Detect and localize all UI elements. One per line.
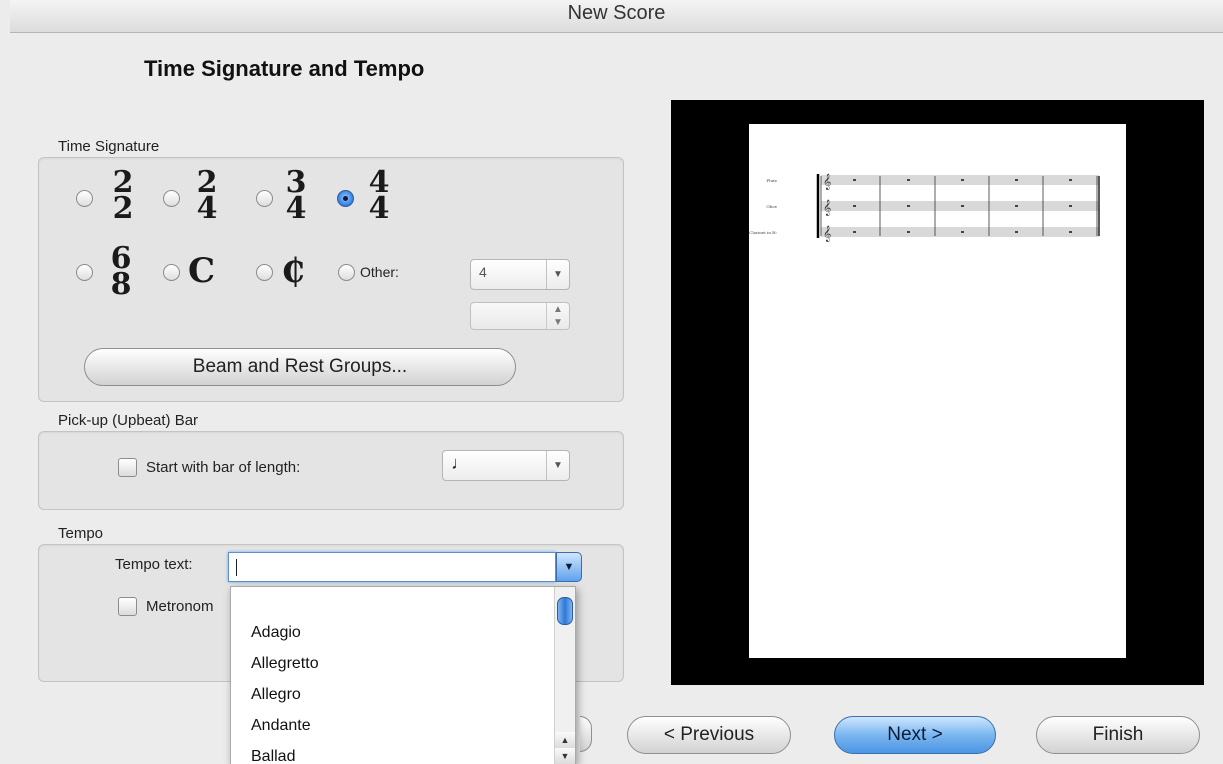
dropdown-scrollbar[interactable]: ▲ ▼ bbox=[554, 587, 575, 764]
tempo-text-label: Tempo text: bbox=[115, 556, 193, 573]
cut-time-symbol: ₵ bbox=[281, 251, 305, 291]
scroll-down-icon[interactable]: ▼ bbox=[555, 748, 575, 764]
next-button[interactable]: Next > bbox=[834, 716, 996, 754]
pickup-checkbox[interactable] bbox=[118, 458, 137, 477]
time-signature-label: Time Signature bbox=[58, 138, 160, 155]
other-label: Other: bbox=[360, 264, 399, 280]
note-value: ♩ bbox=[451, 453, 469, 473]
scroll-up-icon[interactable]: ▲ bbox=[555, 732, 575, 748]
tempo-option-allegro[interactable]: Allegro bbox=[231, 679, 551, 710]
time-sig-2-4-radio[interactable] bbox=[163, 190, 180, 207]
time-sig-3-4-label: 34 bbox=[285, 165, 307, 226]
window-title: New Score bbox=[567, 2, 666, 24]
chevron-down-icon: ▼ bbox=[546, 260, 569, 289]
score-page: Flute Oboe Clarinet in B♭ 𝄞 𝄞 𝄞 bbox=[749, 124, 1126, 658]
text-caret bbox=[236, 559, 237, 576]
time-sig-2-2-label: 22 bbox=[112, 165, 134, 226]
other-time-radio[interactable] bbox=[338, 264, 355, 281]
time-sig-3-4-radio[interactable] bbox=[256, 190, 273, 207]
metronome-label: Metronom bbox=[146, 598, 214, 615]
metronome-checkbox[interactable] bbox=[118, 597, 137, 616]
score-staves: Flute Oboe Clarinet in B♭ 𝄞 𝄞 𝄞 bbox=[749, 174, 1100, 242]
time-sig-4-4-radio[interactable] bbox=[337, 190, 354, 207]
cut-time-radio[interactable] bbox=[256, 264, 273, 281]
time-sig-2-2-radio[interactable] bbox=[76, 190, 93, 207]
time-sig-6-8-radio[interactable] bbox=[76, 264, 93, 281]
common-time-symbol: C bbox=[188, 251, 216, 291]
svg-text:𝄞: 𝄞 bbox=[823, 174, 831, 190]
chevron-down-icon: ▼ bbox=[546, 451, 569, 480]
staff-label-clarinet: Clarinet in B♭ bbox=[749, 230, 777, 235]
tempo-option-andante[interactable]: Andante bbox=[231, 710, 551, 741]
pickup-length-popup[interactable]: ♩ ▼ bbox=[442, 450, 570, 481]
other-numerator-popup[interactable]: 4 ▼ bbox=[470, 259, 570, 290]
staff-label-flute: Flute bbox=[766, 178, 777, 183]
other-numerator-value: 4 bbox=[479, 264, 487, 280]
up-down-arrows-icon: ▲ ▼ bbox=[546, 303, 569, 329]
page-title: Time Signature and Tempo bbox=[144, 56, 425, 81]
svg-text:𝄞: 𝄞 bbox=[823, 226, 831, 242]
chevron-down-icon: ▼ bbox=[563, 561, 575, 573]
tempo-text-input[interactable] bbox=[228, 552, 556, 582]
time-sig-6-8-label: 68 bbox=[110, 241, 132, 302]
staff-label-oboe: Oboe bbox=[766, 204, 777, 209]
hidden-button-edge[interactable] bbox=[580, 716, 592, 752]
finish-button[interactable]: Finish bbox=[1036, 716, 1200, 754]
tempo-option-adagio[interactable]: Adagio bbox=[231, 617, 551, 648]
time-sig-2-4-label: 24 bbox=[196, 165, 218, 226]
pickup-label: Pick-up (Upbeat) Bar bbox=[58, 412, 199, 429]
other-denominator-popup[interactable]: ▲ ▼ bbox=[470, 302, 570, 330]
tempo-dropdown-list[interactable]: Adagio Allegretto Allegro Andante Ballad… bbox=[230, 586, 576, 764]
time-sig-4-4-label: 44 bbox=[368, 165, 390, 226]
common-time-radio[interactable] bbox=[163, 264, 180, 281]
score-preview: Flute Oboe Clarinet in B♭ 𝄞 𝄞 𝄞 bbox=[671, 100, 1204, 685]
dropdown-scroll-thumb[interactable] bbox=[557, 597, 573, 625]
tempo-label: Tempo bbox=[58, 525, 104, 542]
window-title-bar: New Score bbox=[10, 0, 1223, 33]
tempo-option-allegretto[interactable]: Allegretto bbox=[231, 648, 551, 679]
tempo-option-ballad[interactable]: Ballad bbox=[231, 741, 551, 764]
tempo-dropdown-button[interactable]: ▼ bbox=[556, 552, 582, 582]
beam-and-rest-groups-button[interactable]: Beam and Rest Groups... bbox=[84, 348, 516, 386]
pickup-checkbox-label: Start with bar of length: bbox=[146, 459, 301, 476]
svg-text:𝄞: 𝄞 bbox=[823, 200, 831, 216]
previous-button[interactable]: < Previous bbox=[627, 716, 791, 754]
